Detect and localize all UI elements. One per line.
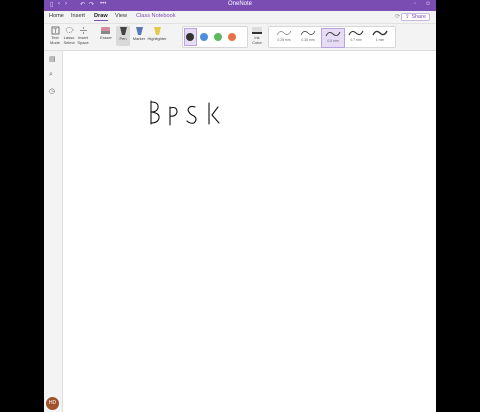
- feedback-icon[interactable]: ☺: [425, 1, 431, 7]
- stroke-preview-icon: [372, 30, 388, 36]
- marker-icon: [135, 27, 143, 35]
- tab-view[interactable]: View: [115, 13, 127, 19]
- text-mode-label2: Mode: [49, 39, 60, 45]
- onenote-window: ▯ ‹ › ↶ ↷ ••• OneNote ◦ ☺ Home Insert Dr…: [44, 0, 436, 412]
- thickness-label: 0.35 mm: [301, 38, 315, 42]
- highlighter-tool[interactable]: Highlighter: [146, 26, 168, 42]
- thickness-option[interactable]: 0.7 mm: [345, 28, 367, 46]
- lasso-select-tool[interactable]: Lasso Select: [62, 26, 76, 45]
- ink-color-icon: [252, 27, 262, 34]
- bulb-icon[interactable]: ◦: [414, 1, 416, 7]
- color-swatch-black[interactable]: [186, 33, 194, 41]
- ink-stroke: [169, 106, 178, 117]
- insert-space-tool[interactable]: Insert Space: [76, 26, 90, 45]
- text-mode-icon: T: [51, 26, 59, 35]
- draw-ribbon: T Text Mode Lasso Select Insert Space Er…: [44, 24, 436, 51]
- share-label: Share: [411, 14, 426, 20]
- pen-label: Pen: [119, 36, 127, 41]
- search-icon[interactable]: ⌕: [49, 71, 53, 79]
- title-bar: ▯ ‹ › ↶ ↷ ••• OneNote ◦ ☺: [44, 0, 436, 11]
- ink-color-label2: Color: [252, 39, 262, 45]
- sync-icon[interactable]: ⟳: [395, 13, 400, 20]
- stroke-preview-icon: [276, 30, 292, 36]
- color-swatch-blue[interactable]: [200, 33, 208, 41]
- color-swatch-orange[interactable]: [228, 33, 236, 41]
- note-canvas[interactable]: [63, 51, 436, 412]
- insert-space-icon: [79, 27, 87, 34]
- marker-tool[interactable]: Marker: [132, 26, 146, 42]
- stroke-preview-icon: [325, 31, 341, 37]
- pen-icon: [119, 27, 127, 35]
- window-title: OneNote: [227, 1, 252, 7]
- eraser-label: Eraser: [100, 35, 112, 40]
- ink-stroke: [186, 105, 197, 124]
- avatar[interactable]: HD: [46, 397, 59, 410]
- tab-draw[interactable]: Draw: [94, 13, 108, 21]
- marker-label: Marker: [132, 36, 146, 41]
- insert-space-label2: Space: [77, 39, 89, 45]
- thickness-option-selected[interactable]: 0.5 mm: [321, 28, 345, 48]
- text-mode-tool[interactable]: T Text Mode: [48, 26, 62, 45]
- color-swatch-green[interactable]: [214, 33, 222, 41]
- thickness-label: 0.5 mm: [327, 39, 339, 43]
- thickness-label: 0.7 mm: [350, 38, 362, 42]
- ink-stroke: [150, 101, 160, 124]
- thickness-label: 1 mm: [375, 38, 385, 42]
- lasso-icon: [65, 27, 73, 33]
- ink-color-tool[interactable]: Ink Color: [248, 26, 266, 45]
- recent-icon[interactable]: ◷: [49, 87, 55, 95]
- eraser-tool[interactable]: Eraser: [98, 26, 114, 41]
- highlighter-label: Highlighter: [147, 36, 167, 41]
- ink-drawing: [150, 100, 220, 126]
- thickness-palette: 0.25 mm 0.35 mm 0.5 mm 0.7 mm 1 mm: [268, 26, 396, 48]
- stroke-preview-icon: [348, 30, 364, 36]
- tab-insert[interactable]: Insert: [71, 13, 85, 19]
- lasso-label2: Select: [63, 39, 75, 45]
- share-button[interactable]: ⇪ Share: [401, 13, 430, 21]
- stroke-preview-icon: [300, 30, 316, 36]
- thickness-label: 0.25 mm: [277, 38, 291, 42]
- pen-color-palette: [182, 26, 248, 48]
- pen-tool[interactable]: Pen: [116, 26, 130, 46]
- thickness-option[interactable]: 0.35 mm: [297, 28, 319, 46]
- tab-home[interactable]: Home: [49, 13, 64, 19]
- tab-class-notebook[interactable]: Class Notebook: [136, 13, 176, 19]
- menu-bar: Home Insert Draw View Class Notebook ⟳ ⇪…: [44, 11, 436, 24]
- notebooks-icon[interactable]: ▤: [49, 55, 56, 63]
- thickness-option[interactable]: 0.25 mm: [273, 28, 295, 46]
- ink-stroke: [211, 106, 220, 124]
- navigation-pane: ▤ ⌕ ◷ HD: [44, 51, 63, 412]
- highlighter-icon: [153, 27, 161, 35]
- eraser-icon: [101, 27, 110, 34]
- thickness-option[interactable]: 1 mm: [369, 28, 391, 46]
